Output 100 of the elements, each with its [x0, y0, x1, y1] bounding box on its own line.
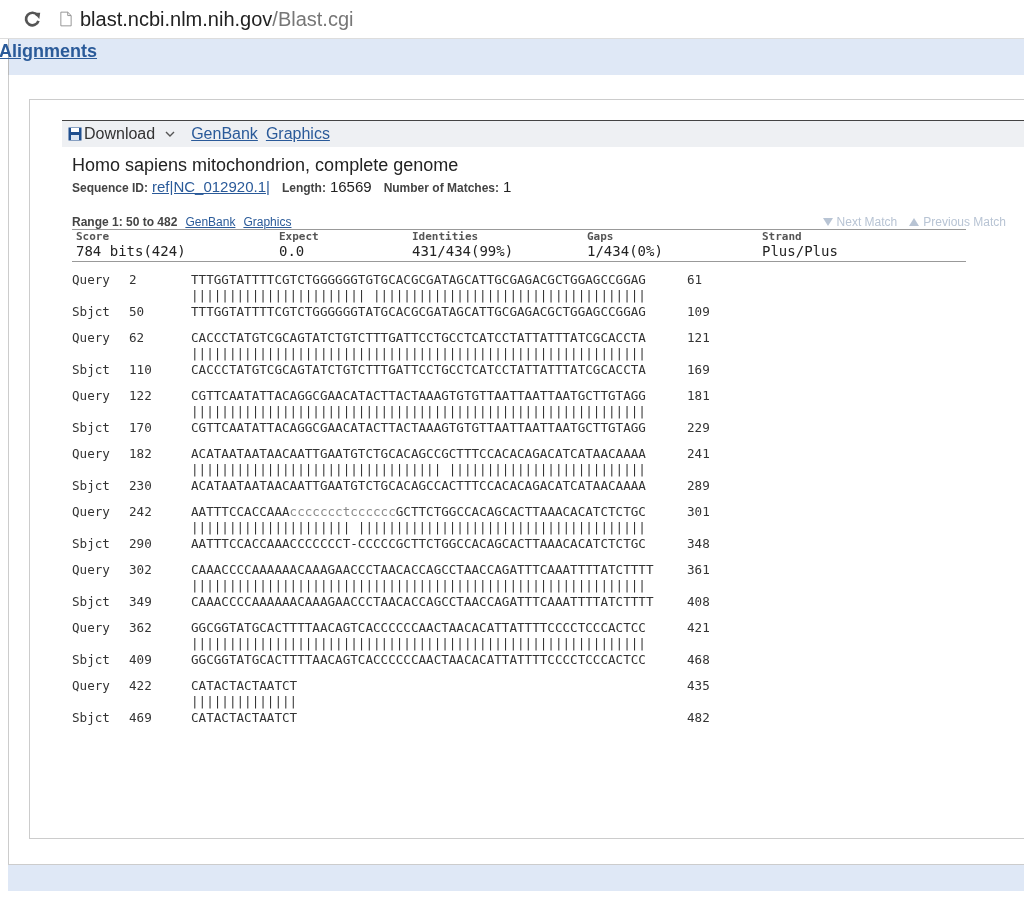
row-label: Sbjct: [72, 304, 111, 319]
query-sequence: GGCGGTATGCACTTTTAACAGTCACCCCCCAACTAACACATTATTTTCCCCTCCCACTCC: [191, 620, 647, 635]
subject-sequence: CAAACCCCAAAAAACAAAGAACCCTAACACCAGCCTAACCAGATTTCAAATTTTATCTTTT: [191, 594, 655, 609]
range-link[interactable]: GenBank: [185, 215, 236, 229]
position-number: 121: [687, 330, 710, 345]
position-number: 170: [129, 420, 153, 435]
down-triangle-icon: [822, 218, 833, 226]
match-line: ||||||||||||||||||||||||||||||||| ||||||||||||||||||||||||||: [191, 462, 647, 477]
sequence-id-label: Sequence ID:: [72, 181, 149, 195]
reload-icon[interactable]: [24, 10, 42, 28]
matches-value: 1: [503, 178, 512, 195]
position-number: 482: [687, 710, 710, 725]
position-number: 241: [687, 446, 710, 461]
row-label: Sbjct: [72, 478, 111, 493]
position-number: 468: [687, 652, 710, 667]
toolbar-link[interactable]: Graphics: [265, 125, 330, 143]
position-number: 122: [129, 388, 153, 403]
length-value: 16569: [329, 178, 372, 195]
match-line: ||||||||||||||||||||||||||||||||||||||||||||||||||||||||||||: [191, 636, 647, 651]
length-label: Length:: [281, 181, 326, 195]
up-triangle-icon: [909, 218, 920, 226]
position-number: 109: [687, 304, 710, 319]
stat-value: 0.0: [279, 243, 306, 259]
download-menu[interactable]: Download: [68, 125, 184, 143]
position-number: 408: [687, 594, 710, 609]
toolbar-link[interactable]: GenBank: [191, 125, 258, 143]
row-label: Sbjct: [72, 362, 111, 377]
match-line: ||||||||||||||||||||||||||||||||||||||||||||||||||||||||||||: [191, 346, 647, 361]
row-label: Sbjct: [72, 536, 111, 551]
position-number: 242: [129, 504, 153, 519]
subject-sequence: CATACTACTAATCT: [191, 710, 299, 725]
row-label: Query: [72, 620, 111, 635]
query-sequence: AATTTCCACCAAAccccccctccccccGCTTCTGGCCACAGCACTTAAACACATCTCTGC: [191, 504, 647, 519]
stat-heading: Gaps: [587, 230, 615, 243]
range-label: Range 1: 50 to 482: [72, 215, 178, 229]
subject-sequence: ACATAATAATAACAATTGAATGTCTGCACAGCCACTTTCCACACAGACATCATAACAAAA: [191, 478, 647, 493]
position-number: 302: [129, 562, 153, 577]
row-label: Sbjct: [72, 420, 111, 435]
section-title-link[interactable]: Alignments: [0, 41, 97, 62]
position-number: 469: [129, 710, 153, 725]
stat-value: 1/434(0%): [587, 243, 664, 259]
position-number: 348: [687, 536, 710, 551]
position-number: 289: [687, 478, 710, 493]
position-number: 301: [687, 504, 710, 519]
row-label: Query: [72, 272, 111, 287]
position-number: 421: [687, 620, 710, 635]
stat-value: 431/434(99%): [412, 243, 515, 259]
position-number: 229: [687, 420, 710, 435]
stat-value: Plus/Plus: [762, 243, 839, 259]
position-number: 182: [129, 446, 153, 461]
row-label: Sbjct: [72, 710, 111, 725]
position-number: 361: [687, 562, 710, 577]
position-number: 61: [687, 272, 703, 287]
url-text[interactable]: blast.ncbi.nlm.nih.gov/Blast.cgi: [80, 7, 354, 31]
subject-sequence: GGCGGTATGCACTTTTAACAGTCACCCCCCAACTAACACATTATTTTCCCCTCCCACTCC: [191, 652, 647, 667]
position-number: 422: [129, 678, 153, 693]
subject-sequence: CACCCTATGTCGCAGTATCTGTCTTTGATTCCTGCCTCATCCTATTATTTATCGCACCTA: [191, 362, 647, 377]
caret-icon: [165, 131, 176, 137]
row-label: Query: [72, 562, 111, 577]
subject-sequence: CGTTCAATATTACAGGCGAACATACTTACTAAAGTGTGTTAATTAATTAATGCTTGTAGG: [191, 420, 647, 435]
position-number: 409: [129, 652, 153, 667]
position-number: 50: [129, 304, 146, 319]
match-line: ||||||||||||||||||||||||||||||||||||||||||||||||||||||||||||: [191, 578, 647, 593]
position-number: 2: [129, 272, 138, 287]
position-number: 230: [129, 478, 153, 493]
stat-heading: Strand: [762, 230, 803, 243]
query-sequence: CAAACCCCAAAAAACAAAGAACCCTAACACCAGCCTAACCAGATTTCAAATTTTATCTTTT: [191, 562, 655, 577]
subject-sequence: AATTTCCACCAAACCCCCCCT-CCCCCGCTTCTGGCCACAGCACTTAAACACATCTCTGC: [191, 536, 647, 551]
position-number: 181: [687, 388, 710, 403]
row-label: Query: [72, 330, 111, 345]
match-line: ||||||||||||||: [191, 694, 299, 709]
stat-heading: Score: [76, 230, 111, 243]
position-number: 435: [687, 678, 710, 693]
page-icon: [60, 11, 72, 27]
hit-title: Homo sapiens mitochondrion, complete genome: [72, 155, 460, 176]
matches-label: Number of Matches:: [383, 181, 499, 195]
download-label: Download: [84, 125, 156, 143]
row-label: Query: [72, 504, 111, 519]
subject-sequence: TTTGGTATTTTCGTCTGGGGGGTATGCACGCGATAGCATTGCGAGACGCTGGAGCCGGAG: [191, 304, 647, 319]
stat-heading: Expect: [279, 230, 320, 243]
position-number: 290: [129, 536, 153, 551]
position-number: 362: [129, 620, 153, 635]
row-label: Query: [72, 678, 111, 693]
position-number: 169: [687, 362, 710, 377]
stat-value: 784 bits(424): [76, 243, 187, 259]
position-number: 62: [129, 330, 146, 345]
query-sequence: TTTGGTATTTTCGTCTGGGGGGTGTGCACGCGATAGCATTGCGAGACGCTGGAGCCGGAG: [191, 272, 647, 287]
match-line: ||||||||||||||||||||| ||||||||||||||||||||||||||||||||||||||: [191, 520, 647, 535]
position-number: 349: [129, 594, 153, 609]
query-sequence: CATACTACTAATCT: [191, 678, 299, 693]
row-label: Sbjct: [72, 652, 111, 667]
query-sequence: CACCCTATGTCGCAGTATCTGTCTTTGATTCCTGCCTCATCCTATTATTTATCGCACCTA: [191, 330, 647, 345]
range-link[interactable]: Graphics: [243, 215, 292, 229]
match-line: ||||||||||||||||||||||| ||||||||||||||||||||||||||||||||||||: [191, 288, 647, 303]
row-label: Query: [72, 446, 111, 461]
query-sequence: CGTTCAATATTACAGGCGAACATACTTACTAAAGTGTGTTAATTAATTAATGCTTGTAGG: [191, 388, 647, 403]
row-label: Query: [72, 388, 111, 403]
row-label: Sbjct: [72, 594, 111, 609]
position-number: 110: [129, 362, 153, 377]
sequence-id-link[interactable]: ref|NC_012920.1|: [152, 178, 270, 195]
